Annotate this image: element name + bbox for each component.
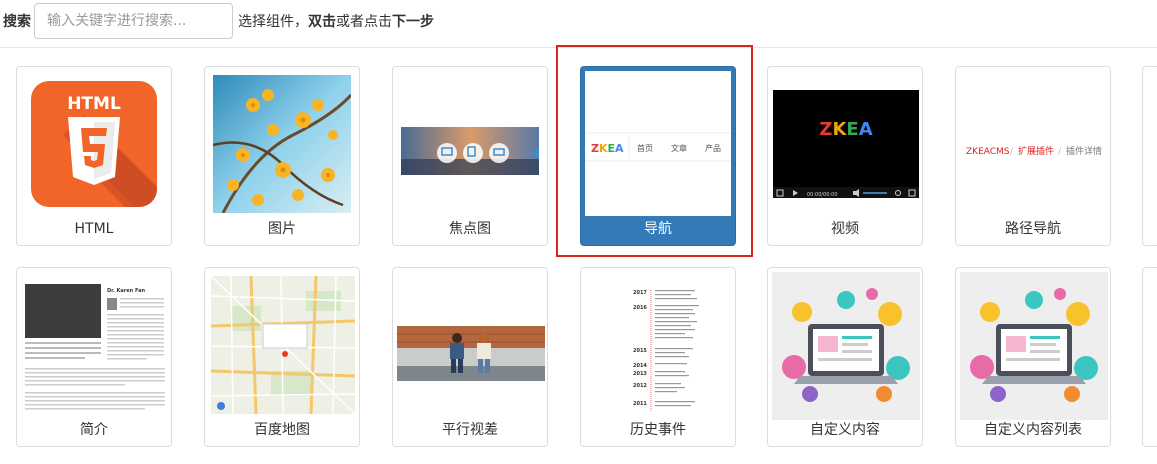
toolbar: 搜索 选择组件，双击或者点击下一步 xyxy=(0,0,1157,48)
svg-text:2017: 2017 xyxy=(633,290,647,296)
custom-content-icon xyxy=(772,272,920,420)
component-card-partial[interactable] xyxy=(1142,66,1157,246)
instruction-text: 选择组件，双击或者点击下一步 xyxy=(238,14,434,30)
svg-text:ZKEA: ZKEA xyxy=(819,119,872,140)
svg-text:/: / xyxy=(1058,147,1062,157)
card-label: 路径导航 xyxy=(1005,221,1061,237)
profile-summary-icon: Dr. Karen Fan xyxy=(23,276,167,414)
svg-text:2012: 2012 xyxy=(633,383,647,389)
breadcrumb-icon: ZKEACMS / 扩展插件 / 插件详情 xyxy=(960,75,1108,213)
card-label: HTML xyxy=(74,221,114,237)
svg-text:2014: 2014 xyxy=(633,363,647,369)
nav-menu-item: 产品 xyxy=(705,143,721,153)
baidu-map-icon xyxy=(211,276,355,414)
component-card-baidu-map[interactable]: 百度地图 xyxy=(204,267,360,447)
timeline-icon: 2017 2016 2015 2014 2013 2012 2011 xyxy=(589,276,727,414)
profile-name: Dr. Karen Fan xyxy=(107,288,145,294)
carousel-icon xyxy=(401,75,539,213)
video-player-icon: ZKEA 00:00/00:00 xyxy=(773,75,919,213)
card-label: 焦点图 xyxy=(449,221,491,237)
nav-menu-item: 文章 xyxy=(671,143,687,153)
component-card-breadcrumb[interactable]: ZKEACMS / 扩展插件 / 插件详情 路径导航 xyxy=(955,66,1111,246)
search-input[interactable] xyxy=(34,3,233,39)
svg-text:2013: 2013 xyxy=(633,371,647,377)
svg-text:2011: 2011 xyxy=(633,401,647,407)
nav-menu-item: 首页 xyxy=(637,143,653,153)
component-card-timeline[interactable]: 2017 2016 2015 2014 2013 2012 2011 历史事件 xyxy=(580,267,736,447)
card-label: 平行视差 xyxy=(442,422,498,438)
card-label: 历史事件 xyxy=(630,422,686,438)
component-card-navigation[interactable]: ZKEA 首页 文章 产品 导航 xyxy=(580,66,736,246)
svg-text:/: / xyxy=(1010,147,1014,157)
parallax-photo-icon xyxy=(397,276,545,414)
flower-photo-icon xyxy=(213,75,351,213)
svg-text:扩展插件: 扩展插件 xyxy=(1018,145,1054,157)
card-label: 自定义内容 xyxy=(810,422,880,438)
card-label: 图片 xyxy=(268,221,296,237)
component-card-video[interactable]: ZKEA 00:00/00:00 视频 xyxy=(767,66,923,246)
svg-text:ZKEA: ZKEA xyxy=(591,142,624,155)
component-card-custom-content[interactable]: 自定义内容 xyxy=(767,267,923,447)
svg-text:HTML: HTML xyxy=(67,94,121,114)
search-label: 搜索 xyxy=(3,14,31,30)
svg-text:2016: 2016 xyxy=(633,305,647,311)
card-label: 导航 xyxy=(644,221,672,237)
svg-text:ZKEACMS: ZKEACMS xyxy=(966,147,1010,157)
component-card-parallax[interactable]: 平行视差 xyxy=(392,267,548,447)
component-card-profile[interactable]: Dr. Karen Fan 简介 xyxy=(16,267,172,447)
component-card-image[interactable]: 图片 xyxy=(204,66,360,246)
card-label: 视频 xyxy=(831,221,859,237)
svg-text:插件详情: 插件详情 xyxy=(1066,145,1102,157)
card-label: 自定义内容列表 xyxy=(984,422,1082,438)
card-label: 百度地图 xyxy=(254,422,310,438)
component-card-carousel[interactable]: 焦点图 xyxy=(392,66,548,246)
component-card-html[interactable]: HTML HTML xyxy=(16,66,172,246)
custom-content-list-icon xyxy=(960,272,1108,420)
component-card-custom-content-list[interactable]: 自定义内容列表 xyxy=(955,267,1111,447)
card-label: 简介 xyxy=(80,422,108,438)
component-card-partial[interactable] xyxy=(1142,267,1157,447)
svg-text:2015: 2015 xyxy=(633,348,647,354)
video-time: 00:00/00:00 xyxy=(807,192,838,198)
html5-icon: HTML xyxy=(25,75,163,213)
navigation-bar-icon: ZKEA 首页 文章 产品 xyxy=(585,71,731,216)
